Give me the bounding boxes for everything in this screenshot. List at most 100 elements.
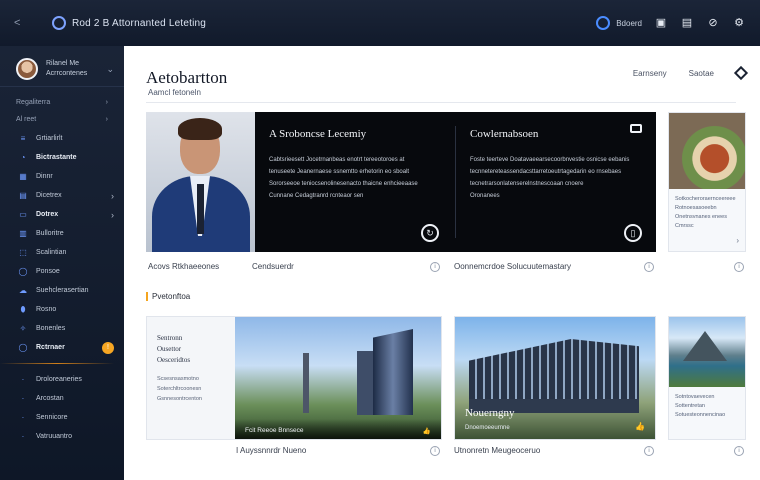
sidebar-item-5[interactable]: ▥ Bulloritre bbox=[0, 224, 124, 243]
info-icon[interactable]: i bbox=[644, 262, 654, 272]
image-tower bbox=[373, 329, 413, 415]
profile-icon[interactable] bbox=[596, 16, 611, 30]
caption-2: Oonnemcrdoe Solucuutemastary bbox=[454, 262, 571, 271]
title-bar: < Rod 2 B Attornanted Leteting Bdoerd ▣ … bbox=[0, 0, 760, 46]
profile-line-2: Acrrcontenes bbox=[46, 70, 88, 77]
sidebar-item-11[interactable]: ◯ Rctrnaer! bbox=[0, 338, 124, 357]
feature-line: Foste teerteve Doatavaeearsecoorbnvestie… bbox=[470, 157, 630, 163]
profile-card[interactable]: Rilanel Me Acrrcontenes ⌄ bbox=[0, 46, 124, 87]
caption-info-icon-1[interactable]: i bbox=[644, 262, 654, 272]
feature-line: tecnnetereteassendacsttarretoeutrtagedar… bbox=[470, 169, 622, 175]
book-icon: ▥ bbox=[19, 228, 27, 238]
lock-icon[interactable]: ▯ bbox=[624, 224, 642, 242]
section-heading: Pvetonftoa bbox=[146, 292, 190, 301]
titlebar-actions: Bdoerd ▣ ▤ ⊘ ⚙ bbox=[596, 16, 746, 30]
caption-info-icon-0[interactable]: i bbox=[430, 262, 440, 272]
sidebar-item-label: Dinnr bbox=[36, 173, 53, 180]
caption-info-icon-2[interactable]: i bbox=[734, 262, 744, 272]
chevron-down-icon[interactable]: ⌄ bbox=[106, 64, 114, 75]
bottom-caption-1: Utnonretn Meugeoceruo bbox=[454, 446, 540, 455]
back-icon[interactable]: < bbox=[14, 17, 32, 29]
section-label: Regaliterra bbox=[16, 99, 51, 106]
caption-text: Cendsuerdr bbox=[252, 262, 294, 271]
landscape-image bbox=[669, 317, 745, 387]
sidebar-item-9[interactable]: ⬮ Rosno bbox=[0, 300, 124, 319]
featured-card[interactable]: A Sroboncse Lecemiy Cabtsrieesett Jocetr… bbox=[146, 112, 656, 252]
card-building[interactable]: Nouerngny Dnoemoeeurnne 👍 bbox=[454, 316, 656, 440]
info-icon[interactable]: i bbox=[644, 446, 654, 456]
window-icon[interactable] bbox=[630, 124, 642, 133]
sidebar-footer-item-0[interactable]: · Droloreaneries bbox=[0, 370, 124, 389]
info-icon[interactable]: i bbox=[430, 262, 440, 272]
user-name[interactable]: Bdoerd bbox=[616, 19, 642, 28]
dot-icon: · bbox=[21, 393, 25, 403]
notification-badge[interactable]: ! bbox=[102, 341, 114, 354]
dot-icon: · bbox=[21, 431, 25, 441]
caption-0: Acovs Rtkhaeeones bbox=[148, 262, 219, 271]
building-image bbox=[455, 317, 655, 439]
side-card-food[interactable]: Sotkocheroraernceereee Rotnoesasoeebn On… bbox=[668, 112, 746, 252]
sidebar-item-label: Arcostan bbox=[36, 395, 64, 402]
bottom-info-icon-2[interactable]: i bbox=[734, 446, 744, 456]
avatar[interactable] bbox=[16, 58, 38, 80]
sidebar-item-2[interactable]: ▦ Dinnr bbox=[0, 167, 124, 186]
header-action-0[interactable]: Earnseny bbox=[633, 69, 667, 78]
app-logo-icon bbox=[52, 16, 66, 30]
monitor-icon: ▭ bbox=[19, 209, 27, 219]
chevron-right-icon[interactable]: › bbox=[111, 210, 114, 220]
chevron-right-icon[interactable]: › bbox=[106, 99, 108, 106]
sidebar-footer-item-3[interactable]: · Vatruuantro bbox=[0, 427, 124, 446]
settings-icon[interactable]: ⚙ bbox=[732, 16, 746, 30]
feature-column-2: Cowlernabsoen Foste teerteve Doatavaeear… bbox=[456, 112, 656, 252]
card-landscape[interactable]: Sotntovaevecen Sottentretan Sotuesteonne… bbox=[668, 316, 746, 440]
chevron-right-icon[interactable]: › bbox=[111, 191, 114, 201]
feature-line: Oronanees bbox=[470, 193, 500, 199]
bottom-info-icon-0[interactable]: i bbox=[430, 446, 440, 456]
main-panel: Aetobartton Aamcl fetoneln Earnseny Saot… bbox=[124, 46, 760, 480]
bottom-caption-0: I Auyssnnrdr Nueno bbox=[236, 446, 306, 455]
sidebar-item-0[interactable]: ≡ Grtiarlirlt bbox=[0, 129, 124, 148]
sidebar-item-label: Bonenles bbox=[36, 325, 66, 332]
sidebar-item-3[interactable]: ▤ Dicetrex › bbox=[0, 186, 124, 205]
thumbs-up-icon[interactable]: 👍 bbox=[423, 427, 431, 439]
feature-line: Cabtsrieesett Jocetrnanbeas enotrt teree… bbox=[269, 157, 405, 163]
sidebar-footer-item-1[interactable]: · Arcostan bbox=[0, 389, 124, 408]
sidebar-item-8[interactable]: ☁ Suehclerasertian bbox=[0, 281, 124, 300]
chart-icon: ◔ bbox=[20, 152, 26, 162]
info-icon[interactable]: i bbox=[734, 262, 744, 272]
info-icon[interactable]: i bbox=[734, 446, 744, 456]
feature-column-1: A Sroboncse Lecemiy Cabtsrieesett Jocetr… bbox=[255, 112, 455, 252]
gallery-icon[interactable]: ▣ bbox=[654, 16, 668, 30]
card-city-info: Sentronn Ousettor Oesceridtos Scsesnsasm… bbox=[147, 317, 235, 439]
feature-title-1: A Sroboncse Lecemiy bbox=[269, 128, 367, 140]
feature-line: tenuseete Jeanernaese ssnemtto erhetorin… bbox=[269, 169, 410, 175]
window-title: Rod 2 B Attornanted Leteting bbox=[72, 17, 207, 29]
info-icon[interactable]: i bbox=[430, 446, 440, 456]
feature-line: Cunnane Cedagtranrd rcnteaor sen bbox=[269, 193, 364, 199]
sidebar-item-label: Dotrex bbox=[36, 211, 59, 218]
card-city[interactable]: Sentronn Ousettor Oesceridtos Scsesnsasm… bbox=[146, 316, 442, 440]
pin-icon: ⬮ bbox=[20, 304, 26, 314]
sidebar-item-10[interactable]: ✧ Bonenles bbox=[0, 319, 124, 338]
card-small-line: Soterchltrcoonesn bbox=[157, 386, 202, 392]
sidebar-item-1[interactable]: ◔ Bictrastante bbox=[0, 148, 124, 167]
chevron-right-icon[interactable]: › bbox=[106, 116, 108, 123]
sidebar-item-7[interactable]: ◯ Ponsoe bbox=[0, 262, 124, 281]
sidebar-item-4[interactable]: ▭ Dotrex › bbox=[0, 205, 124, 224]
sidebar-item-6[interactable]: ⬚ Scalintian bbox=[0, 243, 124, 262]
thumbs-up-icon[interactable]: 👍 bbox=[635, 422, 645, 431]
bottom-info-icon-1[interactable]: i bbox=[644, 446, 654, 456]
header-action-1[interactable]: Saotae bbox=[689, 69, 714, 78]
card-landscape-text: Sotntovaevecen Sottentretan Sotuesteonne… bbox=[675, 394, 726, 418]
diamond-icon[interactable] bbox=[733, 65, 749, 81]
refresh-icon[interactable]: ↻ bbox=[421, 224, 439, 242]
sidebar-item-label: Rosno bbox=[36, 306, 57, 313]
image-mountain bbox=[683, 331, 727, 361]
bookmark-icon[interactable]: ▤ bbox=[680, 16, 694, 30]
sidebar-item-label: Suehclerasertian bbox=[36, 287, 89, 294]
chevron-right-icon[interactable]: › bbox=[736, 236, 739, 245]
sidebar-item-label: Droloreaneries bbox=[36, 376, 82, 383]
overlay-text: Fcit Reeoe Bnnsece bbox=[245, 427, 304, 434]
sidebar-footer-item-2[interactable]: · Sennicore bbox=[0, 408, 124, 427]
link-icon[interactable]: ⊘ bbox=[706, 16, 720, 30]
